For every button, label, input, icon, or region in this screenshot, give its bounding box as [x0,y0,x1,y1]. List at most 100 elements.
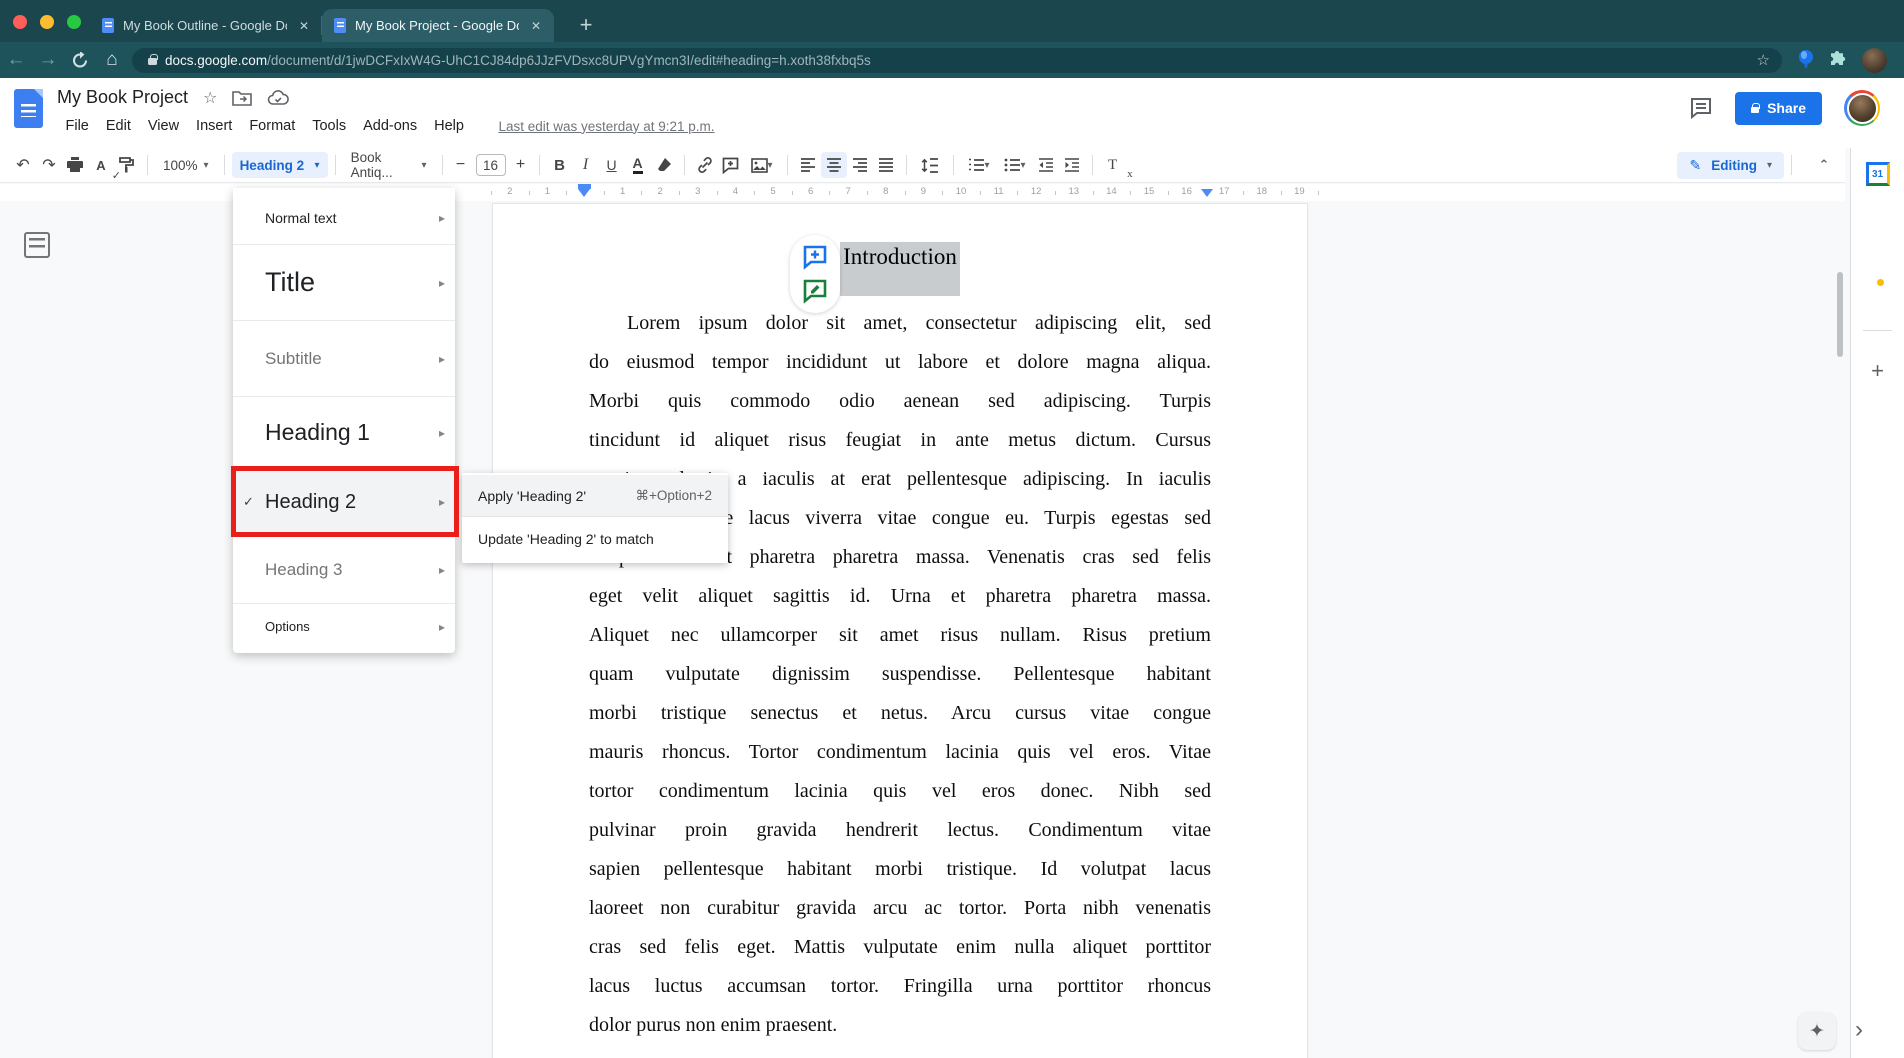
url-bar[interactable]: docs.google.com /document/d/1jwDCFxIxW4G… [132,48,1782,73]
explore-button[interactable]: ✦ [1798,1012,1836,1050]
styles-menu-item[interactable]: ✓ Title ▸ [233,244,455,320]
body-text-line[interactable]: pulvinar proin gravida hendrerit lectus.… [589,811,1211,850]
scrollbar-thumb[interactable] [1837,272,1843,357]
decrease-font-size-button[interactable]: − [450,156,472,174]
move-folder-icon[interactable] [232,90,252,106]
account-avatar[interactable] [1844,90,1880,126]
body-text-line[interactable]: morbi tristique senectus et netus. Arcu … [589,694,1211,733]
close-panel-chevron-icon[interactable]: › [1855,1016,1863,1044]
align-center-button[interactable] [821,152,847,178]
menubar-item[interactable]: Tools [304,116,355,136]
new-tab-button[interactable]: + [572,12,600,38]
decrease-indent-button[interactable] [1033,152,1059,178]
add-comment-margin-icon[interactable] [802,244,828,270]
body-text-line[interactable]: eget velit aliquet sagittis id. Urna et … [589,577,1211,616]
menubar-item[interactable]: File [57,116,97,136]
document-heading[interactable]: Introduction [493,242,1307,296]
show-outline-button[interactable] [24,232,50,258]
insert-link-button[interactable] [692,152,718,178]
star-doc-icon[interactable]: ☆ [203,88,217,108]
bookmark-star-icon[interactable]: ☆ [1757,51,1770,69]
menubar-item[interactable]: Help [426,116,473,136]
clear-formatting-button[interactable]: Tx [1100,152,1126,178]
docs-app-icon[interactable] [14,89,43,128]
font-select[interactable]: Book Antiq... ▾ [343,152,435,178]
menubar-item[interactable]: View [139,116,187,136]
browser-menu-icon[interactable] [1899,52,1904,69]
document-body[interactable]: Lorem ipsum dolor sit amet, consectetur … [589,304,1211,1045]
justify-button[interactable] [873,152,899,178]
document-page[interactable]: Introduction Lorem ipsum dolor sit amet,… [492,203,1308,1058]
spellcheck-button[interactable]: A✓ [88,152,114,178]
zoom-window-button[interactable] [67,15,81,29]
bulleted-list-button[interactable]: ▾ [997,152,1033,178]
styles-menu-item[interactable]: ✓ Heading 3 ▸ [233,535,455,603]
selected-heading-text[interactable]: Introduction [840,242,960,296]
italic-button[interactable]: I [573,152,599,178]
styles-menu-item[interactable]: ✓ Options ▸ [233,603,455,649]
body-text-line[interactable]: tincidunt id aliquet risus feugiat in an… [589,421,1211,460]
align-right-button[interactable] [847,152,873,178]
last-edit-link[interactable]: Last edit was yesterday at 9:21 p.m. [498,119,714,134]
extension-balloon-icon[interactable] [1796,49,1816,71]
home-button[interactable]: ⌂ [96,49,128,71]
browser-avatar[interactable] [1862,48,1887,73]
body-text-line[interactable]: quam vulputate dignissim suspendisse. Pe… [589,655,1211,694]
underline-button[interactable]: U [599,152,625,178]
body-text-line[interactable]: Lorem ipsum dolor sit amet, consectetur … [589,304,1211,343]
body-text-line[interactable]: dolor purus non enim praesent. [589,1006,1211,1045]
tab-close-icon[interactable]: ✕ [296,18,312,34]
menubar-item[interactable]: Format [241,116,304,136]
text-color-button[interactable]: A [625,152,651,178]
insert-image-button[interactable]: ▾ [744,152,780,178]
share-button[interactable]: Share [1735,92,1822,125]
undo-button[interactable]: ↶ [10,152,36,178]
styles-select[interactable]: Heading 2 ▾ [232,152,328,178]
doc-title[interactable]: My Book Project [57,87,188,108]
calendar-icon[interactable]: 31 [1866,162,1890,186]
body-text-line[interactable]: Morbi quis commodo odio aenean sed adipi… [589,382,1211,421]
right-indent-marker[interactable] [1201,189,1213,197]
body-text-line[interactable]: mauris rhoncus. Tortor condimentum lacin… [589,733,1211,772]
styles-menu-item[interactable]: ✓ Subtitle ▸ [233,320,455,396]
styles-menu-item[interactable]: ✓ Heading 1 ▸ [233,396,455,468]
tab-close-icon[interactable]: ✕ [528,18,544,34]
back-button[interactable]: ← [0,49,32,71]
hide-menus-button[interactable]: ⌃ [1809,157,1839,173]
suggest-edits-margin-icon[interactable] [802,278,828,304]
editing-mode-select[interactable]: ✎ Editing ▾ [1677,152,1784,179]
minimize-window-button[interactable] [40,15,54,29]
body-text-line[interactable]: do eiusmod tempor incididunt ut labore e… [589,343,1211,382]
menubar-item[interactable]: Add-ons [355,116,426,136]
extensions-puzzle-icon[interactable] [1828,49,1850,71]
numbered-list-button[interactable]: ▾ [961,152,997,178]
print-button[interactable] [62,152,88,178]
reload-button[interactable] [64,52,96,69]
body-text-line[interactable]: tortor condimentum lacinia quis vel eros… [589,772,1211,811]
forward-button[interactable]: → [32,49,64,71]
increase-font-size-button[interactable]: + [510,156,532,174]
body-text-line[interactable]: sapien pellentesque habitant morbi trist… [589,850,1211,889]
submenu-item[interactable]: Apply 'Heading 2' ⌘+Option+2 [462,475,728,516]
menubar-item[interactable]: Insert [188,116,241,136]
increase-indent-button[interactable] [1059,152,1085,178]
open-comments-icon[interactable] [1689,96,1713,120]
left-indent-marker[interactable] [578,189,590,197]
add-comment-button[interactable] [718,152,744,178]
font-size-field[interactable]: 16 [476,154,506,176]
styles-menu-item[interactable]: ✓ Normal text ▸ [233,192,455,244]
browser-tab[interactable]: My Book Project - Google Doc ✕ [322,9,554,42]
close-window-button[interactable] [13,15,27,29]
submenu-item[interactable]: Update 'Heading 2' to match [462,516,728,561]
zoom-select[interactable]: 100% ▾ [155,152,217,178]
body-text-line[interactable]: laoreet non curabitur gravida arcu ac to… [589,889,1211,928]
menubar-item[interactable]: Edit [97,116,139,136]
line-spacing-button[interactable] [914,152,946,178]
align-left-button[interactable] [795,152,821,178]
highlight-color-button[interactable] [651,152,677,178]
body-text-line[interactable]: cras sed felis eget. Mattis vulputate en… [589,928,1211,967]
redo-button[interactable]: ↷ [36,152,62,178]
styles-menu-item[interactable]: ✓ Heading 2 ▸ [233,468,455,535]
bold-button[interactable]: B [547,152,573,178]
body-text-line[interactable]: lacus luctus accumsan tortor. Fringilla … [589,967,1211,1006]
